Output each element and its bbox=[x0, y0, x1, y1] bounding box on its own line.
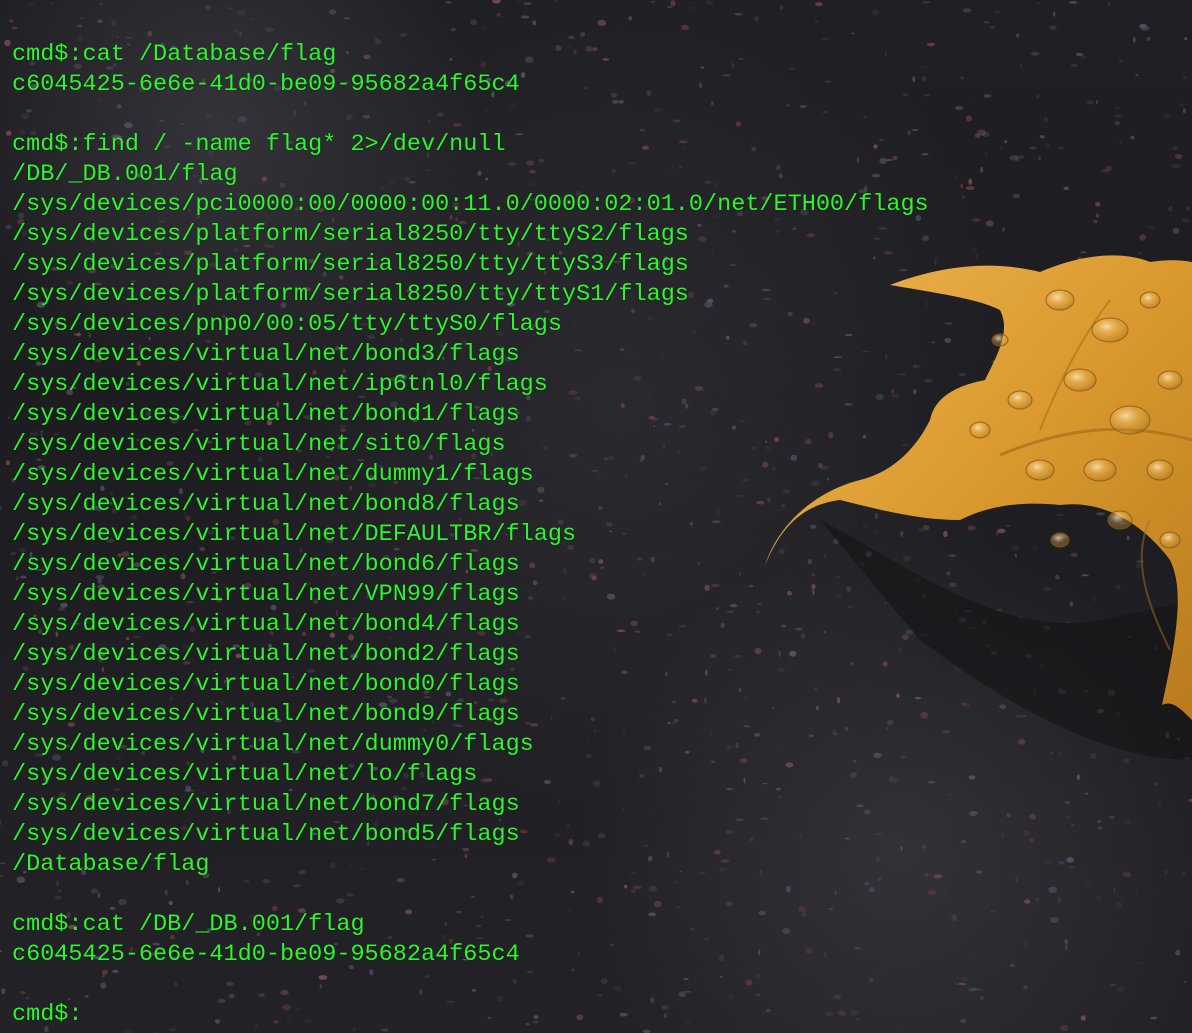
output-line: c6045425-6e6e-41d0-be09-95682a4f65c4 bbox=[12, 71, 520, 98]
output-line: /sys/devices/virtual/net/lo/flags bbox=[12, 761, 478, 788]
output-line: /sys/devices/pci0000:00/0000:00:11.0/000… bbox=[12, 191, 929, 218]
prompt-label: cmd$: bbox=[12, 1001, 83, 1028]
command-history: cmd$:cat /Database/flag c6045425-6e6e-41d… bbox=[12, 40, 929, 1000]
terminal-window[interactable]: drwxr-xr-x 3 root root 4096 Jan 20 2008 … bbox=[0, 0, 1192, 1033]
output-line: /sys/devices/virtual/net/dummy0/flags bbox=[12, 731, 534, 758]
output-line: /sys/devices/virtual/net/sit0/flags bbox=[12, 431, 506, 458]
terminal-line: drwxr-xr-x 3 root root 4096 Jan 20 2008 … bbox=[12, 0, 929, 10]
output-line: /sys/devices/virtual/net/bond7/flags bbox=[12, 791, 520, 818]
output-line: /sys/devices/virtual/net/bond5/flags bbox=[12, 821, 520, 848]
output-line: /sys/devices/platform/serial8250/tty/tty… bbox=[12, 251, 689, 278]
command-text: cat /DB/_DB.001/flag bbox=[82, 911, 365, 938]
output-line: c6045425-6e6e-41d0-be09-95682a4f65c4 bbox=[12, 941, 520, 968]
output-line: /sys/devices/pnp0/00:05/tty/ttyS0/flags bbox=[12, 311, 562, 338]
output-line: /sys/devices/virtual/net/bond6/flags bbox=[12, 551, 520, 578]
output-line: /sys/devices/virtual/net/dummy1/flags bbox=[12, 461, 534, 488]
output-line: /sys/devices/virtual/net/bond2/flags bbox=[12, 641, 520, 668]
output-line: /Database/flag bbox=[12, 851, 210, 878]
command-line: cmd$:cat /DB/_DB.001/flag bbox=[12, 910, 929, 940]
output-line: /sys/devices/virtual/net/bond9/flags bbox=[12, 701, 520, 728]
output-line: /sys/devices/platform/serial8250/tty/tty… bbox=[12, 221, 689, 248]
terminal-output: drwxr-xr-x 3 root root 4096 Jan 20 2008 … bbox=[12, 0, 929, 1030]
command-line: cmd$:cat /Database/flag bbox=[12, 40, 929, 70]
prompt-line[interactable]: cmd$: bbox=[12, 1000, 929, 1030]
output-line: /DB/_DB.001/flag bbox=[12, 161, 238, 188]
prompt-label: cmd$: bbox=[12, 911, 83, 938]
output-line: /sys/devices/virtual/net/ip6tnl0/flags bbox=[12, 371, 548, 398]
output-line: /sys/devices/virtual/net/DEFAULTBR/flags bbox=[12, 521, 577, 548]
output-line: /sys/devices/platform/serial8250/tty/tty… bbox=[12, 281, 689, 308]
prompt-label: cmd$: bbox=[12, 41, 83, 68]
command-text: find / -name flag* 2>/dev/null bbox=[82, 131, 506, 158]
prompt-label: cmd$: bbox=[12, 131, 83, 158]
output-line: /sys/devices/virtual/net/bond3/flags bbox=[12, 341, 520, 368]
output-line: /sys/devices/virtual/net/bond1/flags bbox=[12, 401, 520, 428]
output-line: /sys/devices/virtual/net/bond0/flags bbox=[12, 671, 520, 698]
output-line: /sys/devices/virtual/net/bond8/flags bbox=[12, 491, 520, 518]
command-text: cat /Database/flag bbox=[82, 41, 337, 68]
output-line: /sys/devices/virtual/net/VPN99/flags bbox=[12, 581, 520, 608]
output-line: /sys/devices/virtual/net/bond4/flags bbox=[12, 611, 520, 638]
command-line: cmd$:find / -name flag* 2>/dev/null bbox=[12, 130, 929, 160]
